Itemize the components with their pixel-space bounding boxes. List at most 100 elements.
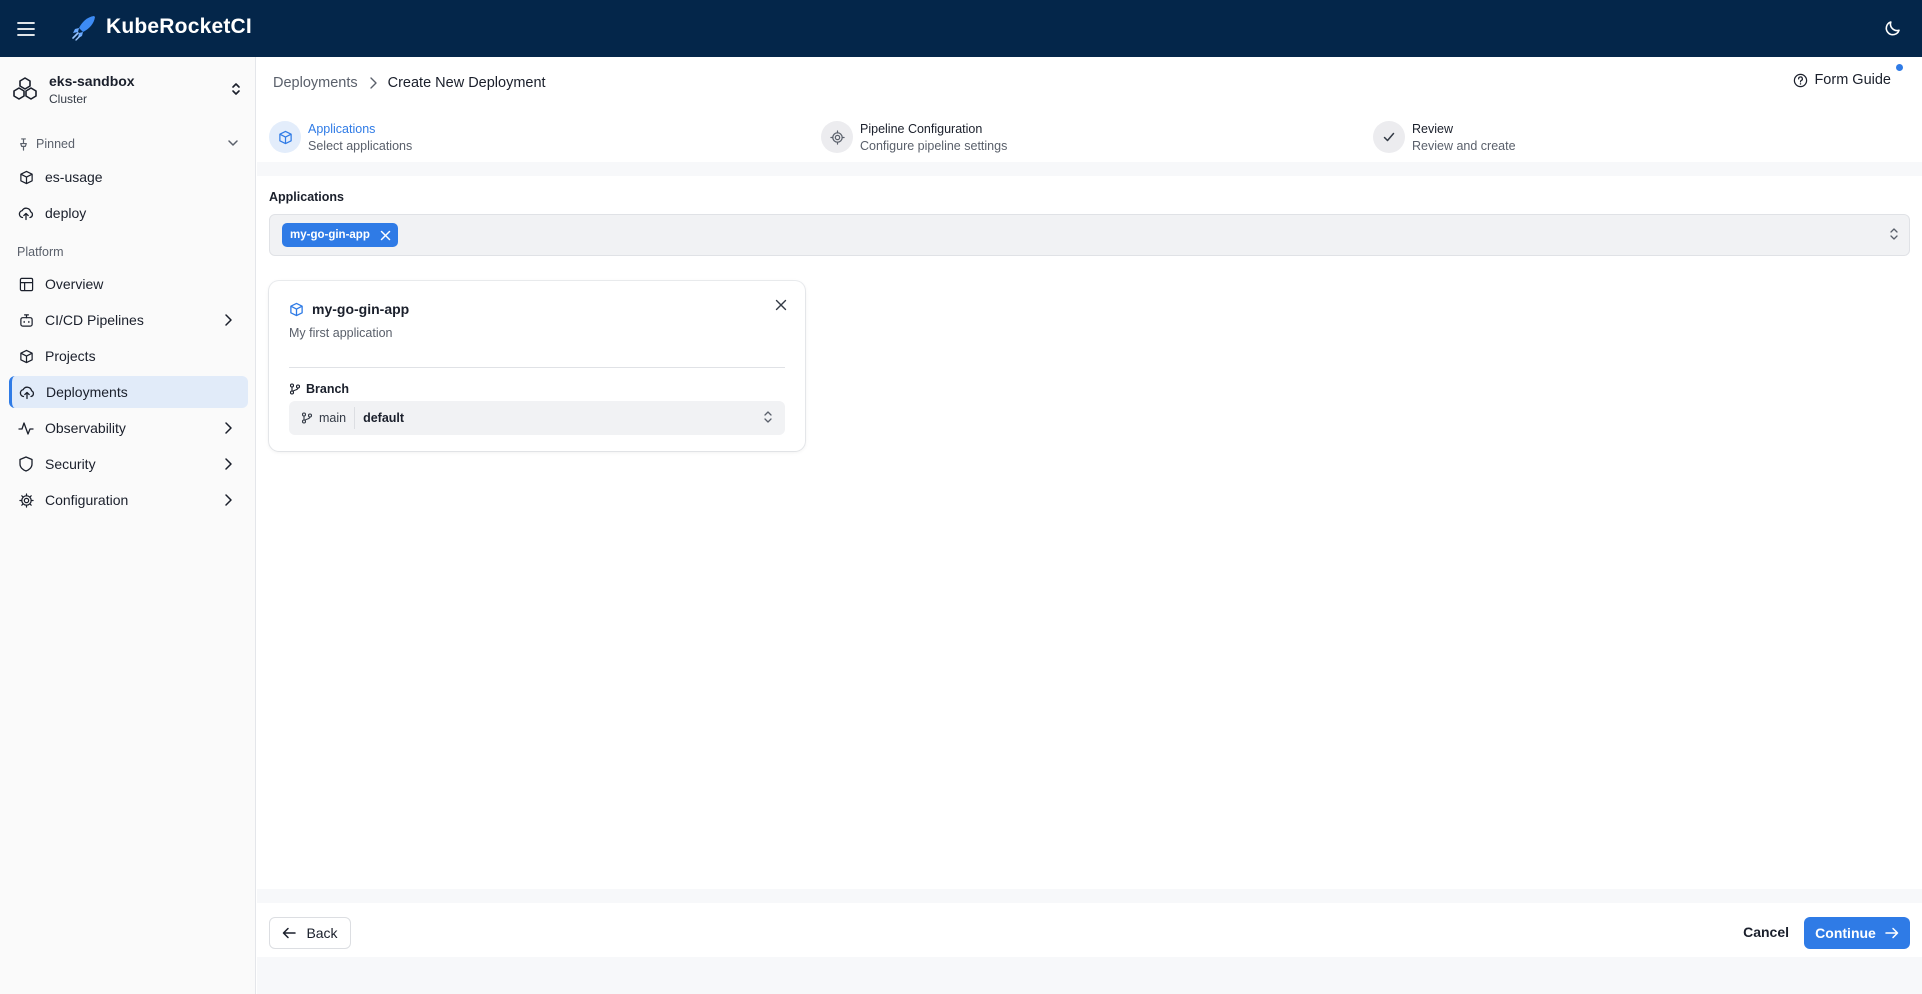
sidebar-item-label: Projects xyxy=(45,348,96,364)
sidebar-item-label: CI/CD Pipelines xyxy=(45,312,144,328)
box-icon xyxy=(278,130,292,144)
chevron-right-icon xyxy=(225,422,232,434)
gear-icon xyxy=(18,492,34,508)
page-title: Create New Deployment xyxy=(387,75,546,91)
chevron-right-icon xyxy=(225,494,232,506)
sidebar-item-label: es-usage xyxy=(45,169,103,185)
chevrons-up-down-icon xyxy=(1890,228,1898,240)
branch-label-text: Branch xyxy=(306,382,350,396)
check-icon xyxy=(1383,132,1395,142)
step-review[interactable]: Review Review and create xyxy=(1373,112,1516,162)
divider xyxy=(257,889,1922,903)
step-title: Applications xyxy=(308,121,376,136)
pinned-label: Pinned xyxy=(36,137,75,151)
sidebar-item-projects[interactable]: Projects xyxy=(9,340,248,372)
brand-name: KubeRocketCI xyxy=(106,15,252,38)
theme-toggle-button[interactable] xyxy=(1884,19,1904,39)
breadcrumb-deployments-link[interactable]: Deployments xyxy=(273,75,358,91)
notification-dot xyxy=(1896,64,1903,71)
branch-field-label: Branch xyxy=(289,382,349,396)
cancel-button[interactable]: Cancel xyxy=(1743,924,1789,940)
top-bar: KubeRocketCI xyxy=(0,0,1922,57)
divider xyxy=(289,367,785,368)
chevron-right-icon xyxy=(369,77,377,89)
menu-button[interactable] xyxy=(14,17,38,41)
sidebar-item-label: deploy xyxy=(45,205,87,221)
box-icon xyxy=(19,349,33,363)
pinned-section-toggle[interactable]: Pinned xyxy=(17,135,239,153)
sidebar-item-label: Configuration xyxy=(45,492,129,508)
sidebar-item-label: Deployments xyxy=(46,384,128,400)
step-title: Pipeline Configuration xyxy=(860,121,983,136)
sidebar-item-label: Security xyxy=(45,456,96,472)
sidebar-item-ci-cd-pipelines[interactable]: CI/CD Pipelines xyxy=(9,304,248,336)
sidebar-pinned-deploy[interactable]: deploy xyxy=(9,197,248,229)
cluster-type: Cluster xyxy=(49,91,88,106)
continue-button[interactable]: Continue xyxy=(1804,917,1910,949)
applications-field-label: Applications xyxy=(269,190,345,204)
cloud-upload-icon xyxy=(19,386,35,399)
activity-icon xyxy=(18,421,34,435)
arrow-right-icon xyxy=(1885,927,1899,939)
application-description: My first application xyxy=(289,326,393,340)
menu-icon xyxy=(17,22,35,36)
application-title: my-go-gin-app xyxy=(312,301,410,317)
arrow-left-icon xyxy=(283,927,297,939)
step-pipeline-configuration[interactable]: Pipeline Configuration Configure pipelin… xyxy=(821,112,1007,162)
cloud-upload-icon xyxy=(18,207,34,220)
sidebar-item-observability[interactable]: Observability xyxy=(9,412,248,444)
divider xyxy=(257,162,1922,176)
chevron-right-icon xyxy=(225,458,232,470)
git-branch-icon xyxy=(301,412,313,424)
step-applications[interactable]: Applications Select applications xyxy=(269,112,412,162)
application-card: my-go-gin-app My first application Branc… xyxy=(269,281,805,451)
selected-app-chip: my-go-gin-app xyxy=(282,223,398,247)
sidebar-item-deployments[interactable]: Deployments xyxy=(9,376,248,408)
moon-icon xyxy=(1885,21,1900,36)
close-icon[interactable] xyxy=(380,230,391,241)
brand-logo[interactable]: KubeRocketCI xyxy=(70,13,252,41)
cluster-switcher[interactable]: eks-sandbox Cluster xyxy=(12,69,246,109)
form-guide-label: Form Guide xyxy=(1814,72,1891,88)
chip-label: my-go-gin-app xyxy=(290,229,370,241)
branch-select[interactable]: main default xyxy=(289,401,785,435)
continue-label: Continue xyxy=(1815,925,1876,941)
sidebar-item-label: Observability xyxy=(45,420,126,436)
branch-name: main xyxy=(319,411,347,425)
layout-icon xyxy=(19,277,33,291)
cluster-icon xyxy=(13,77,37,100)
sidebar-item-label: Overview xyxy=(45,276,104,292)
sidebar-pinned-es-usage[interactable]: es-usage xyxy=(9,161,248,193)
back-button[interactable]: Back xyxy=(269,917,351,949)
step-title: Review xyxy=(1412,121,1453,136)
chevrons-up-down-icon xyxy=(232,83,240,95)
breadcrumb: Deployments Create New Deployment xyxy=(273,71,546,95)
form-footer: Back Cancel Continue xyxy=(257,903,1922,957)
sidebar-item-security[interactable]: Security xyxy=(9,448,248,480)
chevron-right-icon xyxy=(225,314,232,326)
applications-multiselect[interactable]: my-go-gin-app xyxy=(269,214,1910,256)
box-icon xyxy=(290,302,303,316)
shield-icon xyxy=(19,456,33,472)
gear-icon xyxy=(829,129,845,145)
git-branch-icon xyxy=(289,383,301,395)
platform-section-label: Platform xyxy=(17,245,64,259)
form-guide-button[interactable]: Form Guide xyxy=(1793,64,1903,88)
box-icon xyxy=(19,170,33,184)
close-icon[interactable] xyxy=(775,299,787,311)
step-subtitle: Select applications xyxy=(308,138,413,153)
step-subtitle: Configure pipeline settings xyxy=(860,138,1008,153)
chevrons-up-down-icon xyxy=(764,411,772,423)
bottom-band xyxy=(257,957,1922,994)
bot-icon xyxy=(19,313,33,327)
chevron-down-icon xyxy=(228,140,238,146)
stepper: Applications Select applications Pipelin… xyxy=(257,112,1922,162)
main-content: Deployments Create New Deployment Form G… xyxy=(257,57,1922,994)
step-subtitle: Review and create xyxy=(1412,138,1516,153)
sidebar-item-configuration[interactable]: Configuration xyxy=(9,484,248,516)
help-circle-icon xyxy=(1794,73,1808,87)
sidebar-item-overview[interactable]: Overview xyxy=(9,268,248,300)
branch-selected-value: default xyxy=(363,411,405,425)
cluster-name: eks-sandbox xyxy=(49,72,135,89)
sidebar: eks-sandbox Cluster Pinned es-usage depl… xyxy=(0,57,256,994)
